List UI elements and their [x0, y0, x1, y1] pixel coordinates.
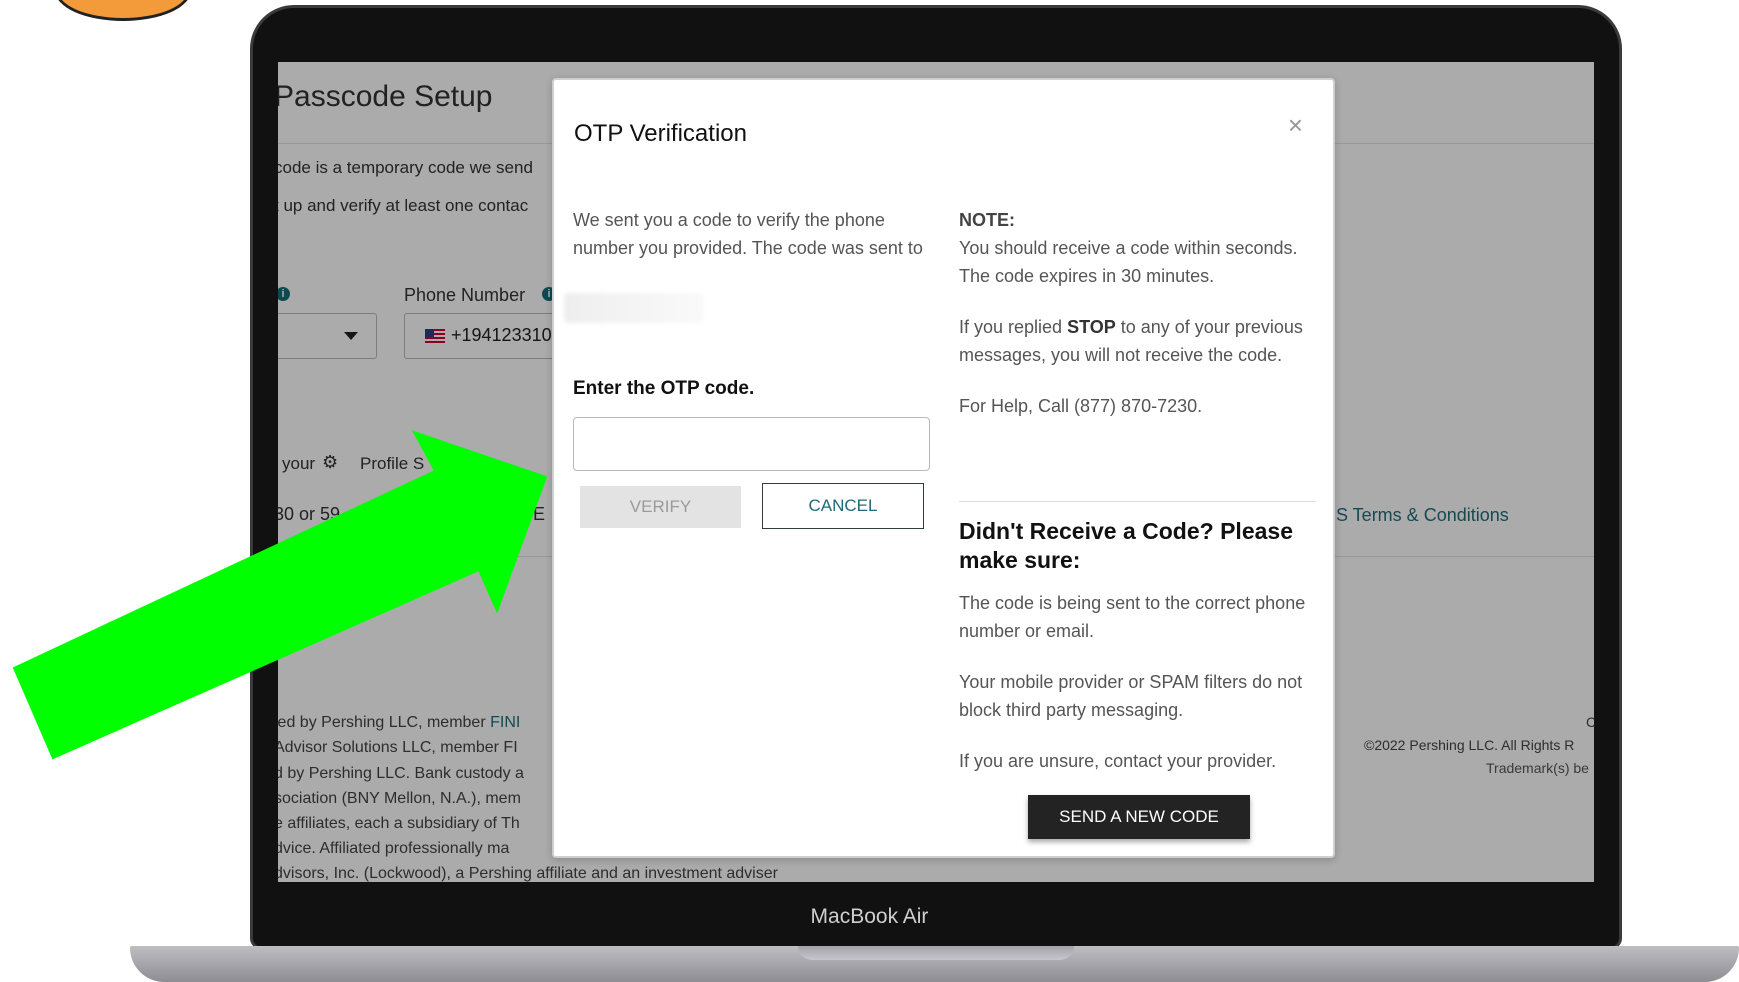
verify-button[interactable]: VERIFY — [580, 486, 741, 528]
otp-code-input[interactable] — [573, 417, 930, 471]
note-heading: NOTE: — [959, 210, 1015, 230]
orange-circle-decoration — [55, 0, 191, 21]
modal-title: OTP Verification — [574, 120, 747, 147]
otp-code-label: Enter the OTP code. — [573, 378, 755, 399]
stop-message: If you replied STOP to any of your previ… — [959, 317, 1303, 365]
cancel-button[interactable]: CANCEL — [762, 483, 924, 529]
troubleshoot-tips: The code is being sent to the correct ph… — [959, 589, 1319, 775]
send-new-code-button[interactable]: SEND A NEW CODE — [1028, 795, 1250, 839]
tip-contact-provider: If you are unsure, contact your provider… — [959, 751, 1277, 771]
tip-spam-filters: Your mobile provider or SPAM filters do … — [959, 672, 1303, 720]
tip-correct-number: The code is being sent to the correct ph… — [959, 593, 1306, 641]
otp-verification-modal: OTP Verification × We sent you a code to… — [552, 78, 1335, 858]
didnt-receive-heading: Didn't Receive a Code? Please make sure: — [959, 518, 1293, 573]
note-line-1: You should receive a code within seconds… — [959, 238, 1298, 258]
help-phone-text: For Help, Call (877) 870-7230. — [959, 396, 1203, 416]
modal-left-column: We sent you a code to verify the phone n… — [573, 206, 933, 262]
note-line-2: The code expires in 30 minutes. — [959, 266, 1215, 286]
redacted-phone-number — [564, 293, 704, 323]
code-sent-message: We sent you a code to verify the phone n… — [573, 210, 923, 258]
laptop-hinge-notch — [798, 946, 1074, 960]
laptop-brand-label: MacBook Air — [810, 905, 929, 928]
close-icon[interactable]: × — [1288, 110, 1303, 141]
modal-divider — [959, 501, 1316, 502]
modal-right-column: NOTE: You should receive a code within s… — [959, 206, 1319, 420]
